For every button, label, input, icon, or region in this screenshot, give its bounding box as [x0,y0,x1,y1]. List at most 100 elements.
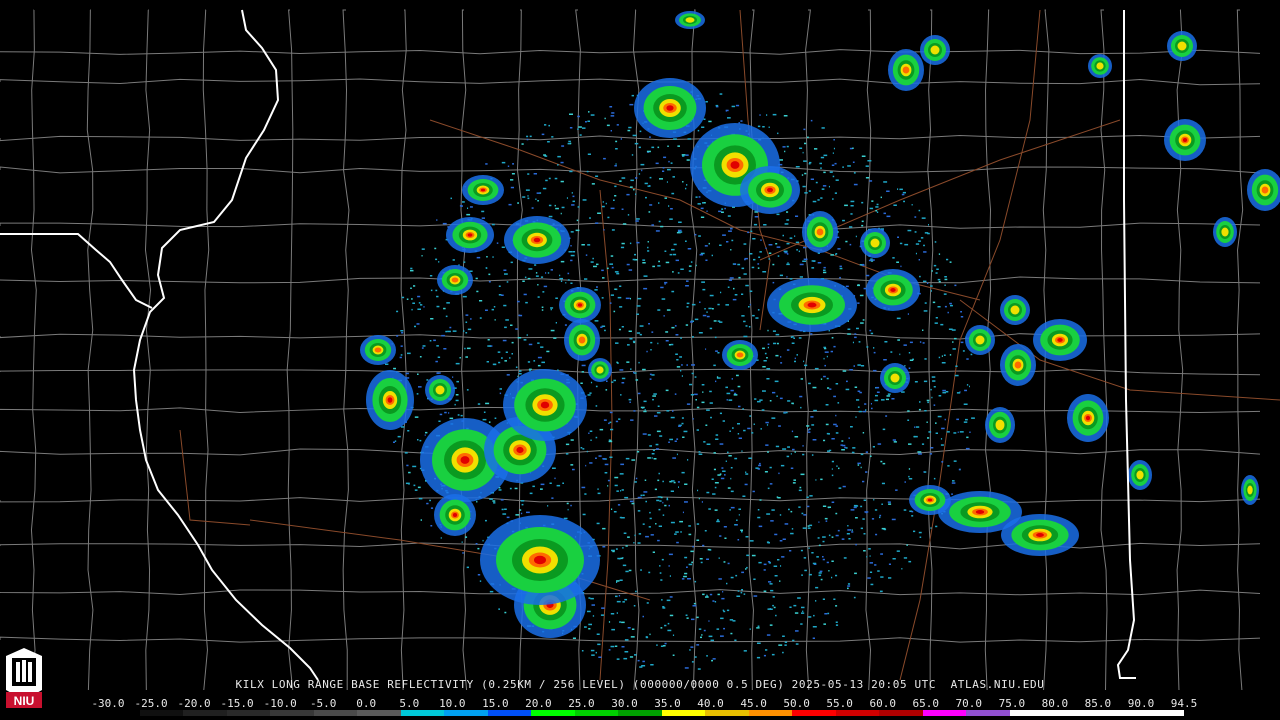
echo-speckle [649,378,652,380]
echo-speckle [954,284,957,287]
echo-speckle [823,154,828,157]
echo-speckle [607,216,610,219]
echo-cell [460,456,470,464]
echo-speckle [566,197,568,199]
echo-speckle [806,505,810,508]
echo-speckle [737,423,740,425]
echo-speckle [614,645,618,647]
echo-speckle [692,545,694,548]
echo-speckle [823,346,826,349]
echo-speckle [712,493,716,495]
echo-speckle [567,272,570,275]
echo-speckle [682,155,685,157]
echo-cell [666,105,674,111]
echo-speckle [645,535,649,538]
echo-speckle [667,629,672,632]
echo-speckle [501,508,504,511]
echo-speckle [762,347,765,350]
echo-speckle [648,323,650,325]
echo-speckle [944,284,946,286]
echo-speckle [737,539,740,541]
echo-speckle [677,272,680,274]
echo-speckle [525,301,528,304]
echo-speckle [775,614,777,617]
echo-speckle [866,346,869,348]
echo-speckle [686,617,689,619]
echo-speckle [862,263,864,266]
echo-speckle [531,207,534,209]
echo-speckle [823,171,826,174]
colorbar-tick-label: 45.0 [740,697,767,710]
echo-speckle [741,315,745,317]
echo-speckle [903,509,907,511]
echo-speckle [765,247,767,249]
echo-speckle [601,269,604,272]
echo-speckle [708,620,710,622]
echo-cell [975,335,985,345]
echo-speckle [688,525,691,527]
colorbar-tick-label: -15.0 [220,697,254,710]
echo-speckle [477,403,481,405]
echo-speckle [537,342,540,344]
echo-speckle [504,508,507,510]
echo-speckle [566,502,569,505]
echo-speckle [652,395,656,397]
echo-speckle [802,445,804,447]
echo-speckle [725,304,729,306]
echo-speckle [611,508,613,510]
echo-speckle [802,610,804,613]
echo-speckle [498,608,500,610]
echo-speckle [730,389,734,392]
echo-speckle [615,148,618,150]
echo-speckle [709,402,713,404]
echo-speckle [762,366,766,368]
echo-speckle [657,342,659,345]
echo-speckle [875,210,878,212]
echo-speckle [945,391,949,393]
echo-speckle [767,329,769,332]
echo-speckle [773,606,776,609]
echo-speckle [886,190,890,192]
echo-speckle [550,269,553,271]
echo-speckle [846,533,850,535]
echo-speckle [624,639,629,641]
echo-speckle [782,651,784,654]
echo-speckle [794,612,799,614]
echo-speckle [619,285,622,287]
echo-speckle [952,480,955,482]
echo-speckle [778,425,781,427]
echo-speckle [828,329,830,332]
echo-speckle [623,532,627,534]
echo-speckle [691,303,696,306]
echo-speckle [489,498,493,500]
echo-speckle [907,313,909,315]
echo-speckle [597,212,601,214]
colorbar-segment [313,710,358,716]
echo-speckle [669,614,674,617]
echo-cell [736,352,744,358]
echo-speckle [730,467,733,469]
echo-speckle [745,536,749,538]
echo-speckle [537,200,539,202]
echo-speckle [759,499,762,501]
echo-speckle [852,341,854,344]
echo-speckle [624,598,628,601]
echo-speckle [779,274,783,277]
echo-speckle [636,332,641,334]
echo-speckle [831,337,834,339]
echo-speckle [519,314,523,317]
echo-speckle [947,465,950,467]
echo-speckle [611,112,615,114]
echo-speckle [637,510,641,512]
echo-speckle [861,201,864,204]
echo-speckle [831,460,834,463]
echo-speckle [881,482,885,485]
colorbar-segment [1053,710,1097,716]
echo-speckle [862,410,866,413]
echo-speckle [423,306,425,308]
echo-speckle [706,315,710,318]
echo-speckle [930,290,932,292]
echo-speckle [810,119,813,122]
colorbar-tick-label: 30.0 [611,697,638,710]
echo-speckle [696,616,699,619]
